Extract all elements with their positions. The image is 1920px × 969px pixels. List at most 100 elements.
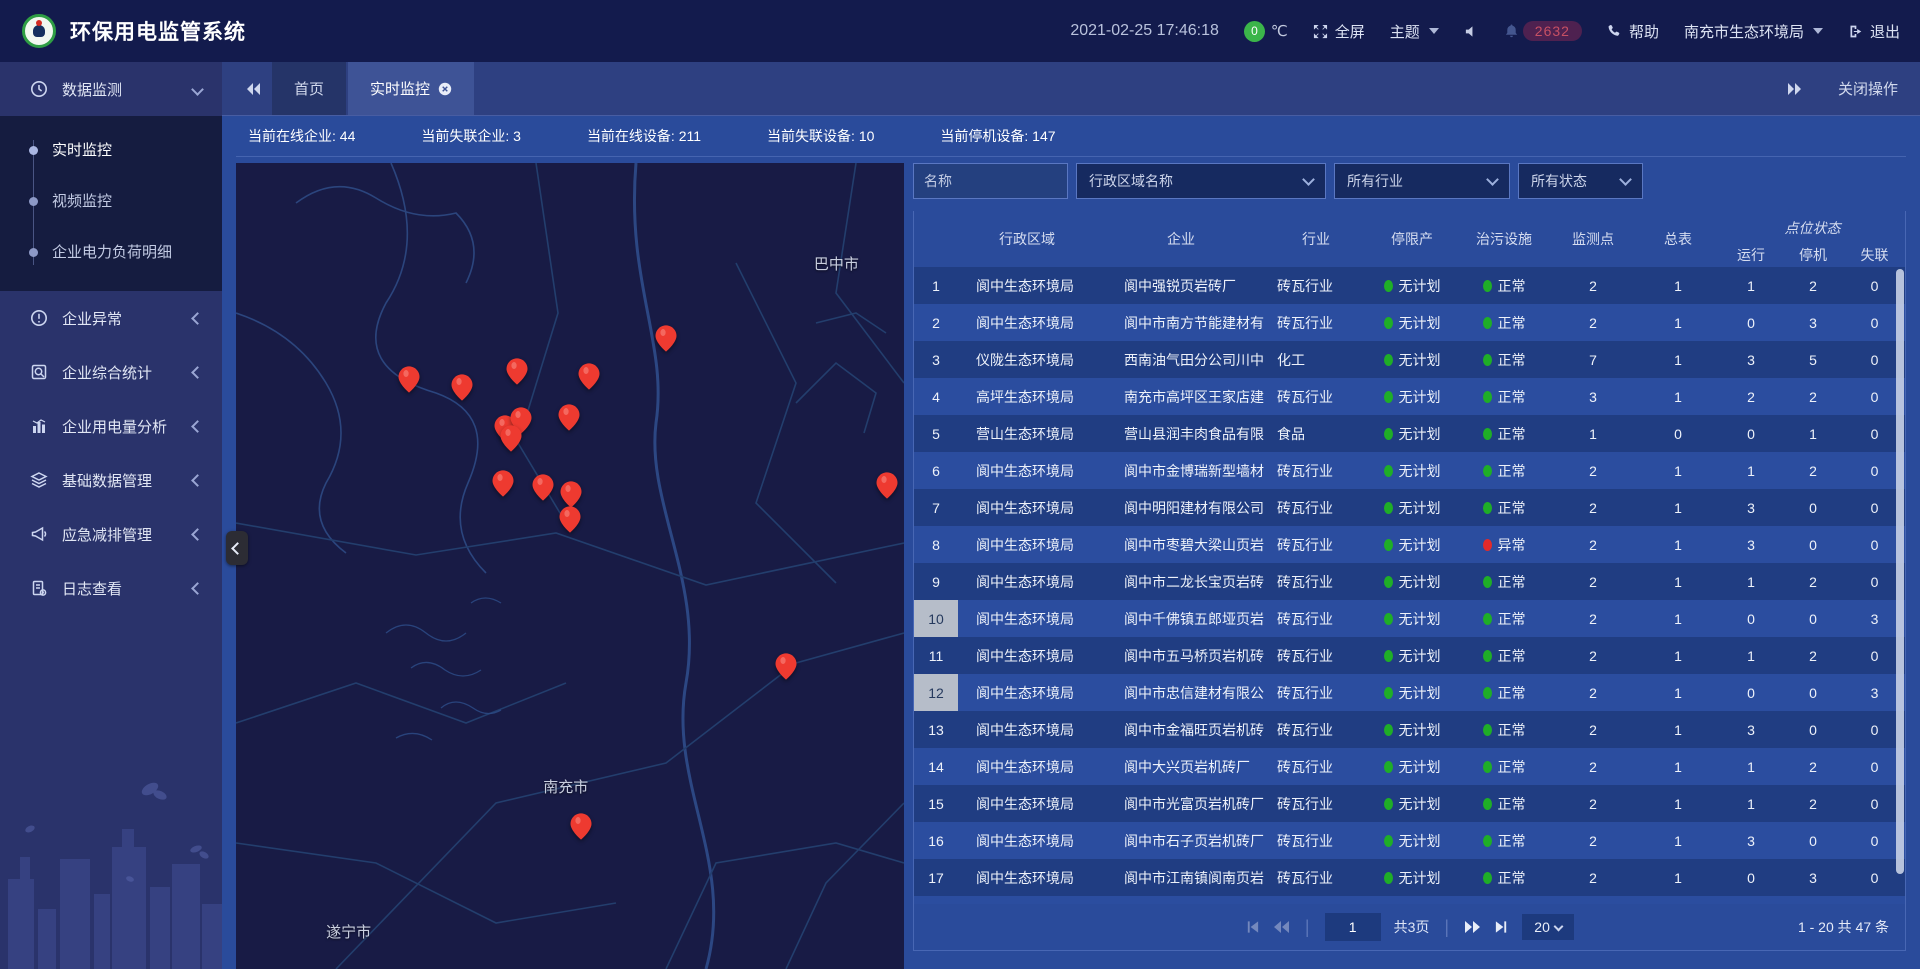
map-pin-4[interactable]	[655, 325, 676, 352]
status-dot-green-icon	[1483, 465, 1492, 477]
row-index: 1	[914, 267, 958, 304]
table-row[interactable]: 8阆中生态环境局阆中市枣碧大梁山页岩砖瓦行业无计划异常21300	[914, 526, 1905, 563]
theme-dropdown[interactable]: 主题	[1390, 21, 1439, 42]
sidebar-item-1[interactable]: 企业异常	[0, 291, 222, 345]
status-dot-green-icon	[1483, 687, 1492, 699]
cell-facility-status: 正常	[1458, 794, 1550, 814]
first-page-button[interactable]	[1245, 920, 1260, 934]
status-dot-green-icon	[1483, 724, 1492, 736]
map-pin-12[interactable]	[560, 506, 581, 533]
map-pin-9[interactable]	[493, 470, 514, 497]
last-page-button[interactable]	[1494, 920, 1509, 934]
map-pin-13[interactable]	[877, 472, 898, 499]
map-pin-14[interactable]	[775, 653, 796, 680]
map-collapse-button[interactable]	[226, 531, 248, 565]
bullet-dot-icon	[29, 197, 38, 206]
region-select[interactable]: 行政区域名称	[1076, 163, 1326, 199]
map-pin-8[interactable]	[501, 425, 522, 452]
table-row[interactable]: 1阆中生态环境局阆中强锐页岩砖厂砖瓦行业无计划正常21120	[914, 267, 1905, 304]
status-dot-green-icon	[1483, 391, 1492, 403]
sidebar-item-label: 基础数据管理	[62, 470, 179, 491]
prev-page-button[interactable]	[1273, 920, 1290, 934]
table-row[interactable]: 14阆中生态环境局阆中大兴页岩机砖厂砖瓦行业无计划正常21120	[914, 748, 1905, 785]
tab-close-icon[interactable]	[438, 82, 452, 96]
skyline-decoration	[0, 759, 222, 969]
logout-button[interactable]: 退出	[1848, 21, 1900, 42]
page-number-input[interactable]	[1325, 913, 1381, 941]
status-dot-green-icon	[1384, 724, 1393, 736]
cell-company: 阆中市石子页岩机砖厂	[1096, 831, 1266, 851]
table-row[interactable]: 15阆中生态环境局阆中市光富页岩机砖厂砖瓦行业无计划正常21120	[914, 785, 1905, 822]
sidebar-item-3[interactable]: 企业用电量分析	[0, 399, 222, 453]
table-row[interactable]: 17阆中生态环境局阆中市江南镇阆南页岩砖瓦行业无计划正常21030	[914, 859, 1905, 896]
table-header: 行政区域 企业 行业 停限产 治污设施 监测点 总表 点位状态 运行	[914, 211, 1905, 267]
table-row[interactable]: 2阆中生态环境局阆中市南方节能建材有砖瓦行业无计划正常21030	[914, 304, 1905, 341]
tabs-scroll-right-button[interactable]	[1776, 82, 1812, 96]
table-row[interactable]: 3仪陇生态环境局西南油气田分公司川中化工无计划正常71350	[914, 341, 1905, 378]
table-row[interactable]: 12阆中生态环境局阆中市忠信建材有限公砖瓦行业无计划正常21003	[914, 674, 1905, 711]
map-pin-11[interactable]	[561, 481, 582, 508]
table-row[interactable]: 16阆中生态环境局阆中市石子页岩机砖厂砖瓦行业无计划正常21300	[914, 822, 1905, 859]
tab-1[interactable]: 实时监控	[348, 62, 474, 115]
tabs-scroll-left-button[interactable]	[236, 62, 272, 115]
cell-region: 阆中生态环境局	[958, 498, 1096, 518]
sidebar-item-6[interactable]: 日志查看	[0, 561, 222, 615]
table-row[interactable]: 11阆中生态环境局阆中市五马桥页岩机砖砖瓦行业无计划正常21120	[914, 637, 1905, 674]
map-pin-3[interactable]	[578, 363, 599, 390]
cell-points: 2	[1550, 611, 1636, 627]
map-pin-15[interactable]	[571, 813, 592, 840]
sidebar-subitem-0-0[interactable]: 实时监控	[0, 124, 222, 175]
cell-company: 阆中市光富页岩机砖厂	[1096, 794, 1266, 814]
map-pin-icon	[399, 366, 420, 393]
prev-page-icon	[1273, 920, 1290, 934]
stats-bar: 当前在线企业: 44当前失联企业: 3当前在线设备: 211当前失联设备: 10…	[236, 116, 1906, 157]
sidebar-item-2[interactable]: 企业综合统计	[0, 345, 222, 399]
fullscreen-button[interactable]: 全屏	[1313, 21, 1365, 42]
sidebar-subitem-0-2[interactable]: 企业电力负荷明细	[0, 226, 222, 277]
mute-button[interactable]	[1464, 24, 1479, 39]
map-pin-1[interactable]	[452, 374, 473, 401]
status-dot-green-icon	[1384, 687, 1393, 699]
cell-meters: 1	[1636, 278, 1720, 294]
cell-region: 阆中生态环境局	[958, 572, 1096, 592]
sidebar-item-0[interactable]: 数据监测	[0, 62, 222, 116]
status-select[interactable]: 所有状态	[1518, 163, 1643, 199]
map-panel[interactable]: 巴中市南充市遂宁市	[236, 163, 904, 969]
table-row[interactable]: 13阆中生态环境局阆中市金福旺页岩机砖砖瓦行业无计划正常21300	[914, 711, 1905, 748]
cell-industry: 砖瓦行业	[1266, 794, 1366, 814]
cell-running: 3	[1720, 500, 1782, 516]
fullscreen-label: 全屏	[1335, 21, 1365, 42]
layers-icon	[30, 471, 48, 489]
map-pin-7[interactable]	[558, 404, 579, 431]
tab-0[interactable]: 首页	[272, 62, 346, 115]
sidebar-item-5[interactable]: 应急减排管理	[0, 507, 222, 561]
table-scrollbar[interactable]	[1896, 269, 1904, 874]
cell-company: 阆中市忠信建材有限公	[1096, 683, 1266, 703]
brand: 环保用电监管系统	[22, 14, 246, 48]
sidebar-subitem-0-1[interactable]: 视频监控	[0, 175, 222, 226]
cell-running: 3	[1720, 352, 1782, 368]
map-pin-2[interactable]	[506, 358, 527, 385]
table-row[interactable]: 7阆中生态环境局阆中明阳建材有限公司砖瓦行业无计划正常21300	[914, 489, 1905, 526]
notifications-button[interactable]: 2632	[1504, 21, 1582, 41]
table-row[interactable]: 6阆中生态环境局阆中市金博瑞新型墙材砖瓦行业无计划正常21120	[914, 452, 1905, 489]
next-page-button[interactable]	[1464, 920, 1481, 934]
cell-region: 阆中生态环境局	[958, 535, 1096, 555]
table-row[interactable]: 10阆中生态环境局阆中千佛镇五郎垭页岩砖瓦行业无计划正常21003	[914, 600, 1905, 637]
map-pin-10[interactable]	[533, 474, 554, 501]
table-row[interactable]: 18南部生态环境局南部县砂化水泥有限公建材化工无计划正常62060	[914, 896, 1905, 904]
map-pin-icon	[578, 363, 599, 390]
close-operations-button[interactable]: 关闭操作	[1838, 78, 1898, 99]
chevron-down-icon	[1486, 173, 1499, 186]
page-size-select[interactable]: 20	[1522, 914, 1574, 940]
user-dropdown[interactable]: 南充市生态环境局	[1684, 21, 1823, 42]
industry-select[interactable]: 所有行业	[1334, 163, 1510, 199]
header-offline: 失联	[1844, 245, 1905, 265]
name-filter-input[interactable]	[913, 163, 1068, 199]
table-row[interactable]: 9阆中生态环境局阆中市二龙长宝页岩砖砖瓦行业无计划正常21120	[914, 563, 1905, 600]
help-button[interactable]: 帮助	[1607, 21, 1659, 42]
sidebar-item-4[interactable]: 基础数据管理	[0, 453, 222, 507]
table-row[interactable]: 4高坪生态环境局南充市高坪区王家店建砖瓦行业无计划正常31220	[914, 378, 1905, 415]
table-row[interactable]: 5营山生态环境局营山县润丰肉食品有限食品无计划正常10010	[914, 415, 1905, 452]
map-pin-0[interactable]	[399, 366, 420, 393]
